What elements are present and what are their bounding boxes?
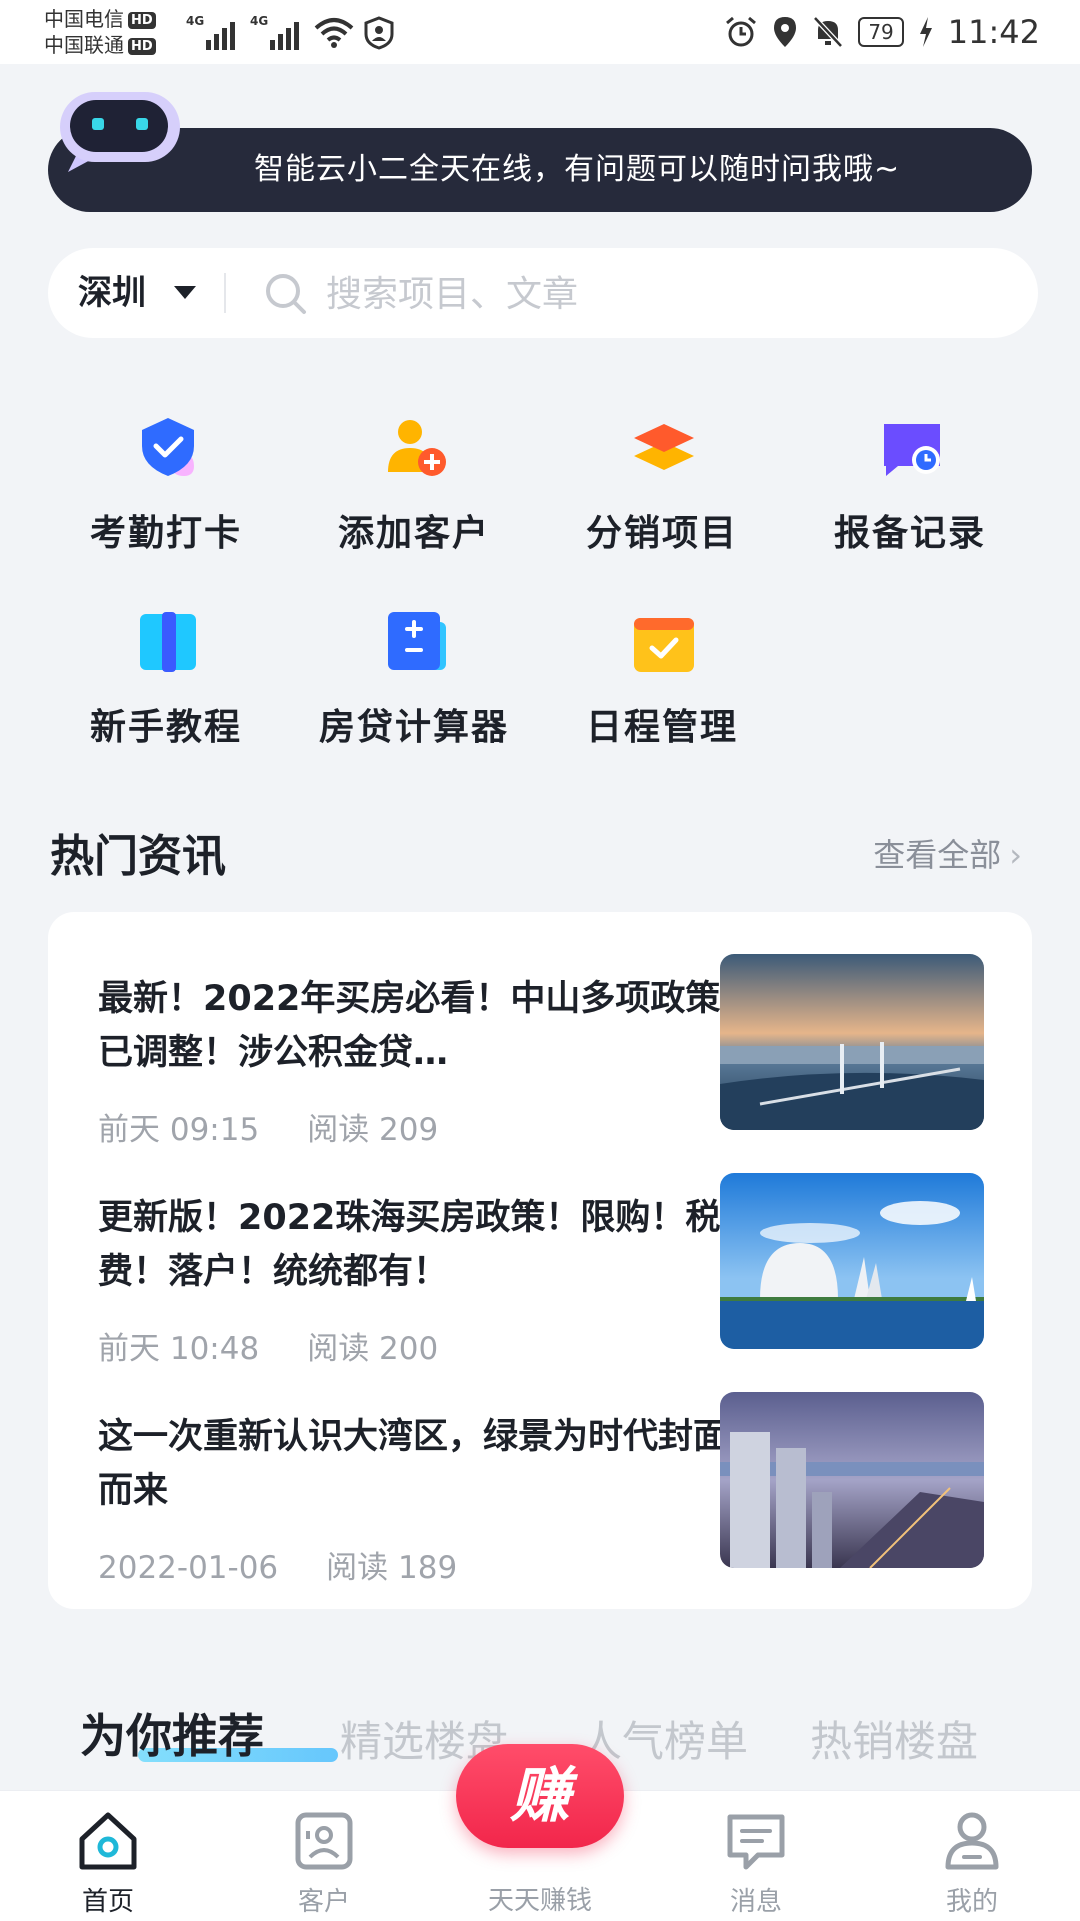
nav-home[interactable]: 首页: [28, 1791, 188, 1921]
calendar-check-icon: [634, 618, 694, 672]
shortcut-label: 日程管理: [585, 707, 738, 748]
check-badge-icon: [142, 418, 194, 476]
carrier-1: 中国电信: [44, 7, 124, 31]
battery-level: 79: [858, 17, 904, 47]
location-icon: [774, 17, 797, 47]
tab-hot-sales[interactable]: 热销楼盘: [810, 1708, 978, 1769]
tab-recommend[interactable]: 为你推荐: [80, 1700, 264, 1766]
clock: 11:42: [947, 13, 1040, 51]
shortcut-schedule[interactable]: 日程管理: [542, 606, 782, 756]
news-card: 最新！2022年买房必看！中山多项政策已调整！涉公积金贷… 前天 09:15 阅读…: [48, 912, 1032, 1609]
nav-label: 客户: [297, 1887, 350, 1917]
user-icon: [945, 1812, 999, 1870]
nav-label: 首页: [81, 1887, 134, 1917]
shortcut-label: 添加客户: [337, 513, 490, 554]
earn-money-button[interactable]: 赚: [456, 1744, 624, 1848]
contact-card-icon: [295, 1812, 353, 1870]
earn-glyph: 赚: [510, 1761, 570, 1831]
calculator-icon: [388, 612, 446, 670]
home-icon: [79, 1812, 137, 1870]
nav-profile[interactable]: 我的: [892, 1791, 1052, 1921]
chevron-right-icon: ›: [1009, 836, 1022, 874]
search-bar: 深圳: [48, 248, 1038, 340]
news-thumbnail: [720, 1392, 984, 1568]
shortcut-label: 考勤打卡: [89, 513, 242, 554]
shortcut-add-customer[interactable]: 添加客户: [294, 412, 534, 562]
mute-bell-icon: [813, 16, 844, 48]
shield-user-icon: [364, 16, 394, 50]
city-selector[interactable]: 深圳: [78, 248, 146, 338]
news-time: 前天 09:15: [98, 1112, 260, 1148]
book-icon: [140, 612, 196, 672]
news-item[interactable]: 最新！2022年买房必看！中山多项政策已调整！涉公积金贷… 前天 09:15 阅读…: [48, 954, 1032, 1148]
shortcut-distribution[interactable]: 分销项目: [542, 412, 782, 562]
news-item[interactable]: 这一次重新认识大湾区，绿景为时代封面而来 2022-01-06 阅读 189: [48, 1392, 1032, 1586]
shortcut-label: 新手教程: [89, 707, 242, 748]
search-input[interactable]: [324, 248, 1008, 340]
hd-badge: HD: [128, 38, 156, 55]
charging-icon: [919, 17, 932, 47]
news-reads: 阅读 200: [307, 1331, 439, 1367]
news-reads: 阅读 209: [307, 1112, 439, 1148]
nav-label-earn: 天天赚钱: [487, 1886, 592, 1916]
add-user-icon: [388, 420, 446, 476]
robot-assistant-icon[interactable]: [58, 90, 182, 176]
shortcut-attendance[interactable]: 考勤打卡: [46, 412, 286, 562]
shortcut-mortgage-calculator[interactable]: 房贷计算器: [294, 606, 534, 756]
shortcut-label: 报备记录: [833, 513, 986, 554]
view-all-label: 查看全部: [873, 836, 1002, 874]
hd-badge: HD: [128, 12, 156, 29]
news-thumbnail: [720, 1173, 984, 1349]
news-meta: 2022-01-06 阅读 189: [98, 1542, 457, 1587]
shortcut-label: 房贷计算器: [318, 707, 509, 748]
news-time: 前天 10:48: [98, 1331, 260, 1367]
shortcut-label: 分销项目: [585, 513, 738, 554]
search-icon: [266, 274, 306, 314]
nav-label: 消息: [729, 1887, 782, 1917]
news-thumbnail: [720, 954, 984, 1130]
news-meta: 前天 09:15 阅读 209: [98, 1104, 438, 1149]
alarm-icon: [726, 16, 757, 47]
carrier-info: 中国电信 HD 中国联通 HD: [44, 6, 156, 58]
nav-messages[interactable]: 消息: [676, 1791, 836, 1921]
hot-news-title: 热门资讯: [50, 831, 226, 882]
assistant-banner[interactable]: 智能云小二全天在线，有问题可以随时问我哦~: [48, 128, 1032, 212]
message-icon: [727, 1814, 785, 1870]
nav-customers[interactable]: 客户: [244, 1791, 404, 1921]
carrier-2: 中国联通: [44, 33, 124, 57]
news-item[interactable]: 更新版！2022珠海买房政策！限购！税费！落户！统统都有！ 前天 10:48 阅读…: [48, 1173, 1032, 1367]
wifi-icon: [314, 18, 354, 48]
record-clock-icon: [884, 424, 940, 476]
news-title: 这一次重新认识大湾区，绿景为时代封面而来: [98, 1417, 729, 1511]
news-reads: 阅读 189: [326, 1550, 458, 1586]
status-bar: 中国电信 HD 中国联通 HD 4G 4G 79 11:42: [0, 0, 1080, 64]
layers-icon: [634, 424, 694, 470]
caret-down-icon[interactable]: [174, 286, 196, 299]
news-time: 2022-01-06: [98, 1550, 279, 1586]
news-title: 更新版！2022珠海买房政策！限购！税费！落户！统统都有！: [98, 1198, 721, 1292]
divider: [224, 273, 226, 313]
news-meta: 前天 10:48 阅读 200: [98, 1323, 438, 1368]
nav-label: 我的: [945, 1887, 998, 1917]
assistant-message: 智能云小二全天在线，有问题可以随时问我哦~: [254, 152, 901, 187]
status-right: 79 11:42: [724, 12, 1040, 52]
shortcut-tutorial[interactable]: 新手教程: [46, 606, 286, 756]
view-all-link[interactable]: 查看全部 ›: [873, 830, 1022, 876]
shortcut-report-records[interactable]: 报备记录: [790, 412, 1030, 562]
news-title: 最新！2022年买房必看！中山多项政策已调整！涉公积金贷…: [98, 979, 721, 1073]
